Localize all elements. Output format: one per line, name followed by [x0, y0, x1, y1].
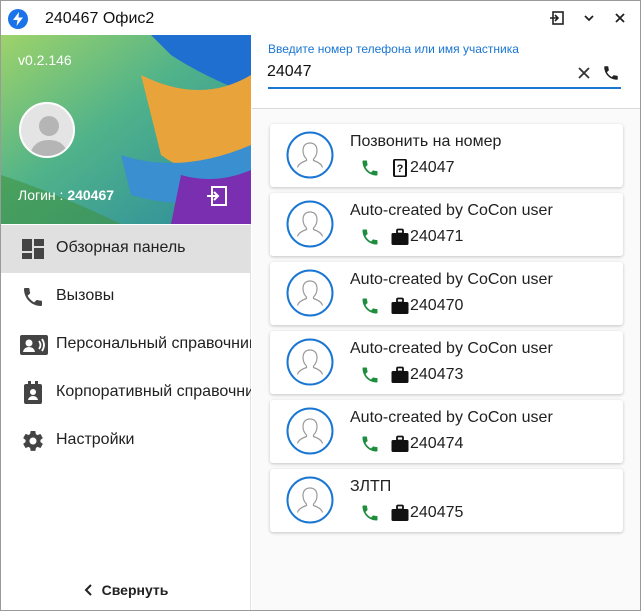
- list-item[interactable]: Auto-created by CoCon user 240474: [270, 400, 623, 463]
- search-underline: [268, 87, 621, 89]
- phone-icon[interactable]: [360, 503, 380, 523]
- unknown-number-icon: ?: [391, 158, 409, 178]
- login-label: Логин :: [18, 187, 68, 203]
- work-briefcase-icon: [391, 504, 409, 522]
- dashboard-icon: [20, 237, 46, 261]
- contact-avatar-icon: [286, 476, 334, 524]
- main-panel: Введите номер телефона или имя участника…: [252, 35, 640, 610]
- call-icon[interactable]: [602, 64, 620, 82]
- window-title: 240467 Офис2: [45, 10, 155, 27]
- clear-icon[interactable]: [576, 65, 592, 81]
- search-input[interactable]: [267, 60, 567, 84]
- logout-icon[interactable]: [206, 185, 228, 207]
- sidebar-item-corporate-directory[interactable]: Корпоративный справочник: [1, 369, 251, 417]
- sidebar-item-personal-directory[interactable]: Персональный справочник: [1, 321, 251, 369]
- collapse-button[interactable]: Свернуть: [1, 570, 251, 610]
- contact-avatar-icon: [286, 407, 334, 455]
- contact-name: Auto-created by CoCon user: [350, 271, 553, 288]
- contact-name: Auto-created by CoCon user: [350, 340, 553, 357]
- collapse-label: Свернуть: [101, 582, 169, 598]
- phone-icon[interactable]: [360, 158, 380, 178]
- profile-banner: v0.2.146 Логин : 240467: [1, 35, 251, 224]
- search-bar: Введите номер телефона или имя участника: [252, 35, 640, 109]
- contact-number: 24047: [410, 159, 455, 176]
- list-item[interactable]: Auto-created by CoCon user 240470: [270, 262, 623, 325]
- contact-number: 240475: [410, 504, 464, 521]
- lightning-icon: [8, 9, 28, 29]
- contact-name: Позвонить на номер: [350, 133, 502, 150]
- close-icon[interactable]: [609, 8, 631, 28]
- contact-avatar-icon: [286, 131, 334, 179]
- search-hint: Введите номер телефона или имя участника: [268, 42, 519, 56]
- contacts-icon: [20, 333, 48, 357]
- settings-icon: [20, 429, 46, 453]
- list-item[interactable]: ЗЛТП 240475: [270, 469, 623, 532]
- work-briefcase-icon: [391, 297, 409, 315]
- avatar[interactable]: [19, 102, 75, 158]
- contact-number: 240473: [410, 366, 464, 383]
- contact-avatar-icon: [286, 200, 334, 248]
- contact-number: 240471: [410, 228, 464, 245]
- contact-name: Auto-created by CoCon user: [350, 409, 553, 426]
- contact-name: ЗЛТП: [350, 478, 392, 495]
- phone-icon[interactable]: [360, 227, 380, 247]
- corporate-directory-icon: [20, 381, 46, 405]
- work-briefcase-icon: [391, 228, 409, 246]
- contact-avatar-icon: [286, 338, 334, 386]
- work-briefcase-icon: [391, 366, 409, 384]
- work-briefcase-icon: [391, 435, 409, 453]
- contact-number: 240470: [410, 297, 464, 314]
- sidebar-item-label: Обзорная панель: [56, 239, 186, 256]
- login-info: Логин : 240467: [18, 187, 114, 203]
- sidebar-item-settings[interactable]: Настройки: [1, 417, 251, 465]
- chevron-left-icon: [84, 584, 92, 596]
- sidebar-item-label: Вызовы: [56, 287, 115, 304]
- sidebar-item-label: Корпоративный справочник: [56, 383, 251, 400]
- phone-icon: [20, 285, 46, 309]
- svg-text:?: ?: [397, 163, 404, 175]
- phone-icon[interactable]: [360, 434, 380, 454]
- app-window: 240467 Офис2 v0.2.146 Логин: 240467 Обз…: [0, 0, 641, 611]
- sidebar-nav: Обзорная панель Вызовы Персональный спра…: [1, 225, 251, 465]
- app-version: v0.2.146: [18, 52, 72, 68]
- restore-icon[interactable]: [546, 8, 568, 28]
- contact-number: 240474: [410, 435, 464, 452]
- title-bar: 240467 Офис2: [1, 1, 640, 35]
- list-item[interactable]: Auto-created by CoCon user 240473: [270, 331, 623, 394]
- sidebar-item-calls[interactable]: Вызовы: [1, 273, 251, 321]
- phone-icon[interactable]: [360, 296, 380, 316]
- phone-icon[interactable]: [360, 365, 380, 385]
- login-value: 240467: [67, 187, 115, 203]
- results-list: Позвонить на номер? 24047 Auto-created by …: [270, 124, 623, 538]
- chevron-down-icon[interactable]: [578, 8, 600, 28]
- list-item[interactable]: Auto-created by CoCon user 240471: [270, 193, 623, 256]
- contact-avatar-icon: [286, 269, 334, 317]
- sidebar-item-dashboard[interactable]: Обзорная панель: [1, 225, 251, 273]
- sidebar: v0.2.146 Логин : 240467 Обзорная панель: [1, 35, 251, 610]
- sidebar-item-label: Настройки: [56, 431, 135, 448]
- sidebar-item-label: Персональный справочник: [56, 335, 251, 352]
- list-item[interactable]: Позвонить на номер? 24047: [270, 124, 623, 187]
- contact-name: Auto-created by CoCon user: [350, 202, 553, 219]
